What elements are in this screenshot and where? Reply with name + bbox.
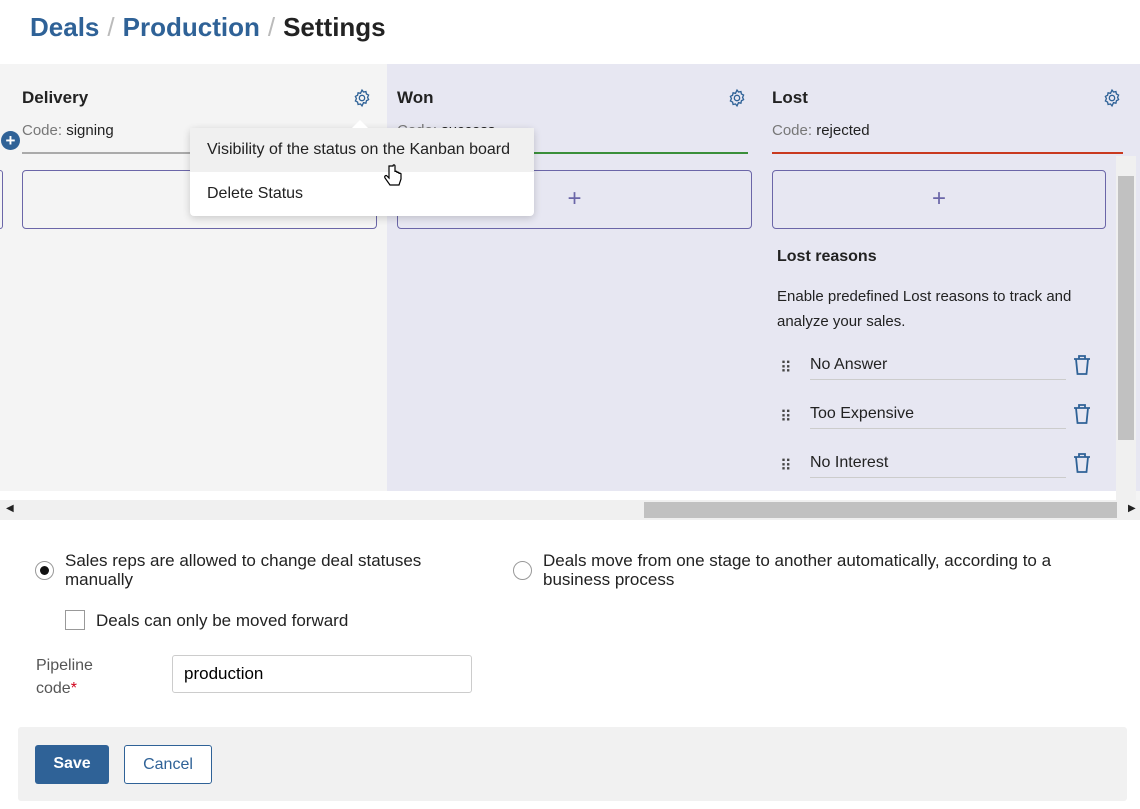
menu-item-visibility[interactable]: Visibility of the status on the Kanban b… bbox=[190, 128, 534, 172]
status-title: Delivery bbox=[22, 88, 89, 107]
footer-bar: Save Cancel bbox=[18, 727, 1127, 801]
forward-only-checkbox[interactable] bbox=[65, 610, 85, 630]
drag-handle-icon[interactable]: ⠿ bbox=[780, 456, 792, 476]
lost-reason-item: ⠿ Too Expensive bbox=[780, 403, 1100, 435]
breadcrumb-production[interactable]: Production bbox=[123, 12, 260, 42]
trash-icon[interactable] bbox=[1072, 452, 1092, 474]
auto-status-radio[interactable] bbox=[513, 561, 532, 580]
lost-reasons-title: Lost reasons bbox=[777, 248, 877, 265]
cancel-button[interactable]: Cancel bbox=[124, 745, 212, 784]
page-title: Settings bbox=[283, 12, 386, 42]
drag-handle-icon[interactable]: ⠿ bbox=[780, 358, 792, 378]
scroll-left-icon[interactable]: ◀ bbox=[6, 503, 14, 514]
gear-icon[interactable] bbox=[727, 88, 747, 108]
drag-handle-icon[interactable]: ⠿ bbox=[780, 407, 792, 427]
pipeline-code-label: Pipeline code* bbox=[36, 657, 93, 697]
lost-reason-item: ⠿ No Interest bbox=[780, 452, 1100, 484]
gear-icon[interactable] bbox=[352, 88, 372, 108]
manual-status-radio[interactable] bbox=[35, 561, 54, 580]
save-button[interactable]: Save bbox=[35, 745, 109, 784]
trash-icon[interactable] bbox=[1072, 403, 1092, 425]
menu-item-delete-status[interactable]: Delete Status bbox=[190, 172, 534, 216]
status-code: Code: signing bbox=[22, 122, 114, 139]
breadcrumb: Deals / Production / Settings bbox=[30, 12, 386, 43]
manual-status-label: Sales reps are allowed to change deal st… bbox=[65, 551, 422, 589]
lost-reason-item: ⠿ No Answer bbox=[780, 354, 1100, 386]
scrollbar-thumb[interactable] bbox=[1118, 176, 1134, 440]
insert-column-plus-icon[interactable]: + bbox=[1, 131, 20, 150]
vertical-scrollbar[interactable] bbox=[1116, 156, 1136, 500]
status-title: Lost bbox=[772, 88, 808, 107]
status-title: Won bbox=[397, 88, 434, 107]
auto-status-label: Deals move from one stage to another aut… bbox=[543, 551, 1052, 589]
breadcrumb-separator: / bbox=[107, 12, 115, 42]
breadcrumb-deals[interactable]: Deals bbox=[30, 12, 99, 42]
lost-reasons-description: Enable predefined Lost reasons to track … bbox=[777, 288, 1072, 330]
hand-cursor-icon bbox=[384, 164, 402, 186]
status-context-menu: Visibility of the status on the Kanban b… bbox=[190, 120, 534, 216]
horizontal-scrollbar[interactable]: ◀ ▶ bbox=[0, 500, 1140, 520]
gear-icon[interactable] bbox=[1102, 88, 1122, 108]
lost-reason-input[interactable]: Too Expensive bbox=[810, 405, 1066, 429]
trash-icon[interactable] bbox=[1072, 354, 1092, 376]
scroll-right-icon[interactable]: ▶ bbox=[1128, 503, 1136, 514]
add-status-button[interactable]: + bbox=[772, 170, 1106, 229]
previous-column-edge bbox=[0, 170, 3, 229]
lost-reason-input[interactable]: No Interest bbox=[810, 454, 1066, 478]
forward-only-label: Deals can only be moved forward bbox=[96, 611, 349, 630]
breadcrumb-separator: / bbox=[267, 12, 276, 42]
pipeline-code-input[interactable] bbox=[172, 655, 472, 693]
status-code: Code: rejected bbox=[772, 122, 870, 139]
lost-reason-input[interactable]: No Answer bbox=[810, 356, 1066, 380]
status-color-line bbox=[772, 152, 1123, 154]
scrollbar-thumb[interactable] bbox=[644, 502, 1117, 518]
